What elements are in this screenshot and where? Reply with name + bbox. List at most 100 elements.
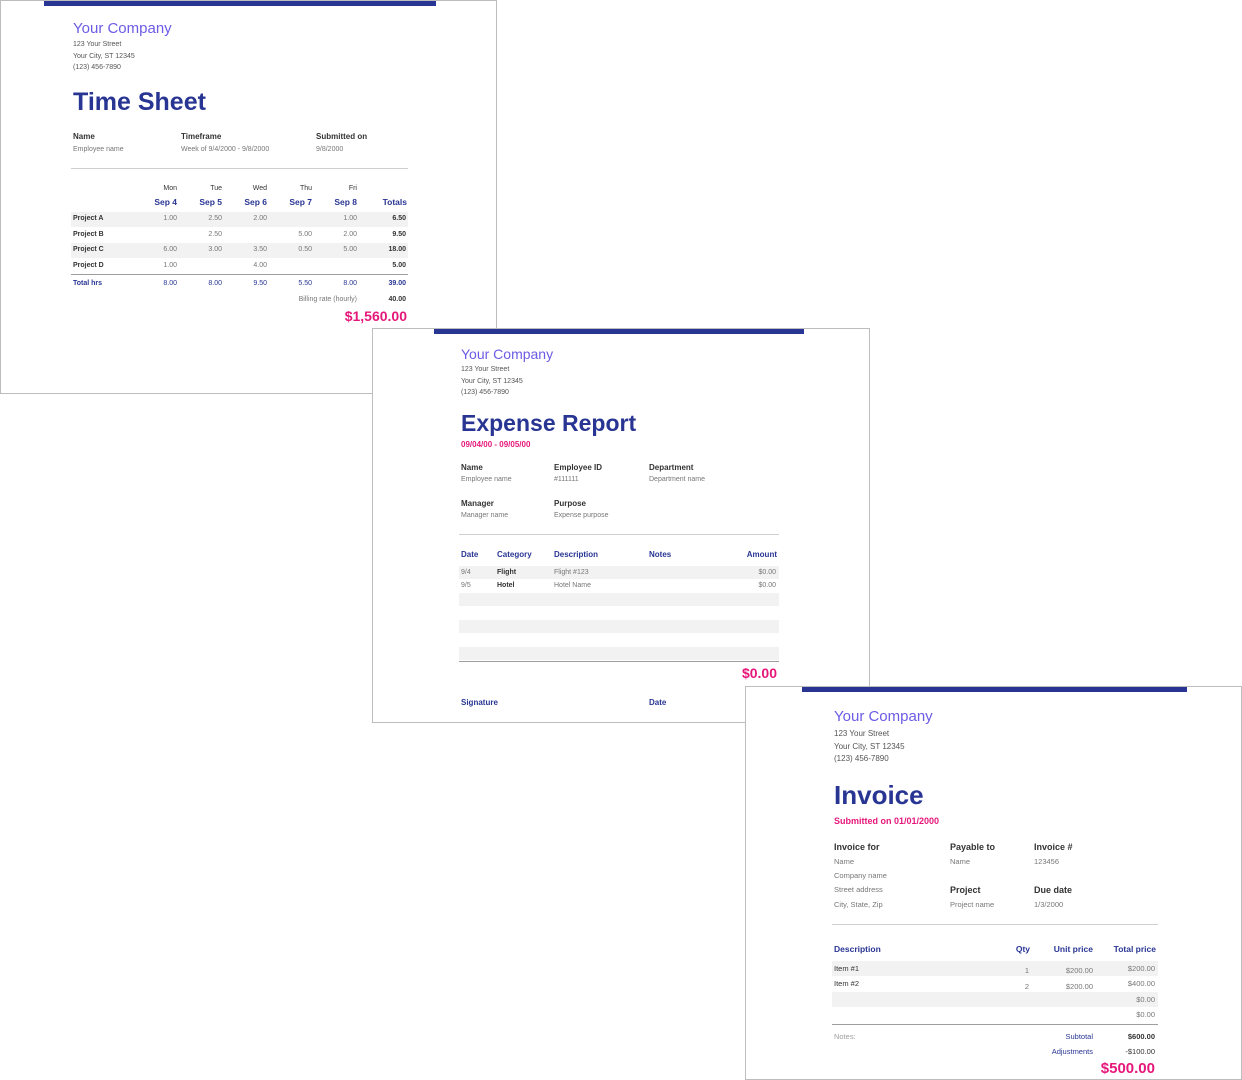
timesheet-date: Sep 8 [334, 197, 357, 207]
invoice-subtotal-label: Subtotal [1065, 1032, 1093, 1041]
expense-title: Expense Report [461, 410, 637, 436]
timesheet-day: Fri [348, 185, 357, 192]
timesheet-field-value: Employee name [73, 146, 124, 153]
invoice-item-description: Item #2 [834, 979, 860, 988]
timesheet-cell: 2.00 [343, 231, 357, 238]
timesheet-cell: 3.50 [253, 246, 267, 253]
expense-company: Your Company [461, 346, 554, 362]
invoice-number-value: 123456 [1034, 857, 1060, 866]
invoice-item-description: Item #1 [834, 964, 860, 973]
invoice-company: Your Company [834, 708, 933, 725]
invoice-table-divider [832, 1024, 1158, 1025]
invoice-col-header: Total price [1113, 944, 1156, 954]
timesheet-table-divider [71, 274, 408, 275]
expense-field-label: Department [649, 463, 694, 472]
timesheet-row-name: Project D [73, 262, 104, 269]
invoice-address: 123 Your Street Your City, ST 12345 (123… [834, 729, 905, 763]
invoice-item-total: $400.00 [1127, 979, 1155, 988]
timesheet-cell: 3.00 [208, 246, 222, 253]
timesheet-row-name: Project C [73, 246, 104, 253]
expense-col-header: Amount [746, 550, 777, 559]
timesheet-total-cell: 9.50 [253, 280, 267, 287]
timesheet-row-name: Project A [73, 215, 104, 222]
invoice-item-total: $0.00 [1136, 995, 1155, 1004]
timesheet-cell: 6.00 [163, 246, 177, 253]
invoice-submitted: Submitted on 01/01/2000 [834, 816, 940, 826]
timesheet-total-label: Total hrs [73, 280, 103, 287]
timesheet-total-cell: 8.00 [343, 280, 357, 287]
expense-signature-label: Signature [461, 698, 498, 707]
expense-field-label: Name [461, 463, 483, 472]
timesheet-cell: 0.50 [298, 246, 312, 253]
expense-row-category: Hotel [497, 582, 515, 589]
invoice-adjustments-value: -$100.00 [1125, 1047, 1155, 1056]
timesheet-day: Thu [299, 185, 312, 192]
expense-row-amount: $0.00 [758, 582, 776, 589]
invoice-divider [832, 924, 1158, 925]
expense-document: Your Company 123 Your Street Your City, … [372, 328, 870, 723]
expense-date-range: 09/04/00 - 09/05/00 [461, 440, 531, 449]
timesheet-cell: 5.00 [343, 246, 357, 253]
timesheet-accent-bar [44, 1, 436, 6]
expense-field-label: Purpose [554, 499, 587, 508]
timesheet-grand-total: $1,560.00 [344, 308, 407, 324]
timesheet-divider [71, 168, 408, 169]
expense-field-value: Expense purpose [554, 512, 609, 519]
timesheet-date: Sep 5 [199, 197, 222, 207]
expense-field-label: Employee ID [554, 463, 603, 472]
invoice-item-qty: 1 [1024, 966, 1029, 975]
timesheet-day: Wed [252, 185, 267, 192]
timesheet-cell: 1.00 [163, 262, 177, 269]
timesheet-day: Tue [210, 185, 222, 192]
expense-address: 123 Your Street Your City, ST 12345 (123… [461, 366, 523, 396]
timesheet-billing-label: Billing rate (hourly) [298, 296, 357, 303]
invoice-project-value: Project name [950, 900, 995, 909]
timesheet-date: Sep 4 [154, 197, 177, 207]
expense-field-value: Manager name [461, 512, 509, 519]
timesheet-row-total: 5.00 [392, 262, 406, 269]
expense-row-shade [459, 647, 779, 660]
expense-col-header: Notes [649, 550, 672, 559]
timesheet-title: Time Sheet [73, 88, 206, 116]
timesheet-cell: 1.00 [163, 215, 177, 222]
expense-col-header: Category [497, 550, 532, 559]
timesheet-cell: 5.00 [298, 231, 312, 238]
timesheet-total-cell: 8.00 [208, 280, 222, 287]
expense-field-label: Manager [461, 499, 494, 508]
timesheet-total-cell: 5.50 [298, 280, 312, 287]
invoice-title: Invoice [834, 780, 924, 810]
timesheet-row-total: 9.50 [392, 231, 406, 238]
invoice-notes-label: Notes: [834, 1032, 856, 1041]
invoice-due-value: 1/3/2000 [1034, 900, 1064, 909]
invoice-item-unit: $200.00 [1065, 982, 1093, 991]
invoice-col-header: Description [834, 944, 881, 954]
invoice-payable-value: Name [950, 857, 971, 866]
expense-field-value: Department name [649, 476, 706, 483]
timesheet-field-label: Submitted on [316, 132, 368, 141]
expense-row-date: 9/4 [461, 569, 471, 576]
timesheet-company: Your Company [73, 20, 172, 37]
expense-table-divider [459, 661, 779, 662]
timesheet-row-total: 18.00 [388, 246, 406, 253]
invoice-item-total: $0.00 [1136, 1010, 1155, 1019]
expense-field-value: Employee name [461, 476, 512, 483]
invoice-number-label: Invoice # [1034, 842, 1073, 852]
expense-accent-bar [434, 329, 804, 334]
timesheet-cell: 2.00 [253, 215, 267, 222]
invoice-for-value: Street address [834, 885, 883, 894]
timesheet-field-label: Name [73, 132, 95, 141]
expense-col-header: Date [461, 550, 479, 559]
invoice-accent-bar [802, 687, 1187, 692]
timesheet-field-value: Week of 9/4/2000 - 9/8/2000 [181, 146, 270, 153]
timesheet-row-name: Project B [73, 231, 104, 238]
invoice-item-unit: $200.00 [1065, 966, 1093, 975]
invoice-for-value: City, State, Zip [834, 900, 883, 909]
expense-divider [459, 534, 779, 535]
invoice-due-label: Due date [1034, 885, 1073, 895]
timesheet-field-label: Timeframe [181, 132, 222, 141]
invoice-item-qty: 2 [1024, 982, 1029, 991]
invoice-payable-label: Payable to [950, 842, 996, 852]
invoice-for-label: Invoice for [834, 842, 880, 852]
timesheet-cell: 2.50 [208, 231, 222, 238]
timesheet-cell: 4.00 [253, 262, 267, 269]
